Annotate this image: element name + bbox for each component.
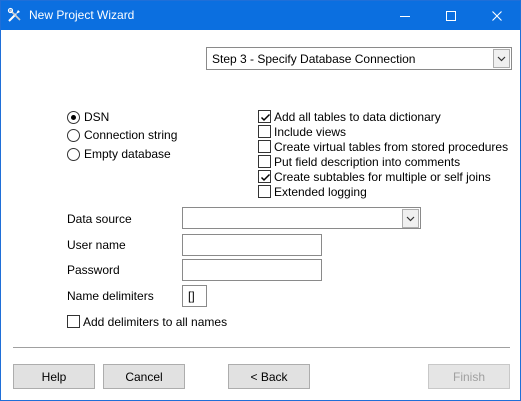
checkbox[interactable] (67, 315, 80, 328)
option-create-subtables[interactable]: Create subtables for multiple or self jo… (258, 169, 491, 184)
option-label: Add all tables to data dictionary (274, 109, 441, 124)
step-dropdown[interactable]: Step 3 - Specify Database Connection (206, 47, 512, 70)
option-label: Add delimiters to all names (83, 314, 228, 329)
data-source-label: Data source (67, 212, 132, 226)
option-extended-logging[interactable]: Extended logging (258, 184, 367, 199)
tools-icon (7, 7, 23, 23)
data-source-dropdown[interactable] (182, 207, 421, 229)
radio-label-empty-database: Empty database (84, 147, 171, 161)
radio-button[interactable] (67, 147, 80, 161)
option-create-virtual-tables[interactable]: Create virtual tables from stored proced… (258, 139, 508, 154)
option-put-field-description[interactable]: Put field description into comments (258, 154, 460, 169)
checkmark-icon (260, 113, 271, 122)
user-name-field[interactable] (182, 234, 322, 256)
close-button[interactable] (474, 1, 520, 30)
chevron-down-icon (406, 216, 415, 221)
radio-label-connection-string: Connection string (84, 128, 178, 142)
minimize-button[interactable] (382, 1, 428, 30)
password-label: Password (67, 263, 120, 277)
radio-empty-database[interactable]: Empty database (67, 146, 171, 162)
name-delimiters-value: [] (188, 289, 195, 303)
cancel-button[interactable]: Cancel (103, 364, 185, 389)
checkbox[interactable] (258, 125, 271, 138)
radio-button[interactable] (67, 128, 80, 142)
title-bar: New Project Wizard (1, 1, 520, 30)
option-label: Extended logging (274, 184, 367, 199)
wizard-window: New Project Wizard Step 3 - Specify Data… (0, 0, 521, 401)
back-button[interactable]: < Back (228, 364, 310, 389)
chevron-down-icon (497, 56, 506, 61)
help-button-label: Help (41, 369, 67, 384)
close-icon (492, 10, 502, 21)
checkbox[interactable] (258, 140, 271, 153)
checkbox[interactable] (258, 110, 271, 123)
option-include-views[interactable]: Include views (258, 124, 346, 139)
option-label: Include views (274, 124, 347, 139)
back-button-label: < Back (250, 369, 288, 384)
name-delimiters-field[interactable]: [] (182, 285, 207, 307)
radio-connection-string[interactable]: Connection string (67, 127, 177, 143)
data-source-dropdown-button[interactable] (402, 209, 419, 228)
cancel-button-label: Cancel (125, 369, 163, 384)
help-button[interactable]: Help (13, 364, 95, 389)
user-name-label: User name (67, 238, 126, 252)
checkbox[interactable] (258, 185, 271, 198)
separator (13, 347, 510, 348)
option-label: Create subtables for multiple or self jo… (274, 169, 491, 184)
radio-button[interactable] (67, 110, 80, 124)
finish-button-label: Finish (452, 369, 485, 384)
window-title: New Project Wizard (29, 8, 135, 22)
option-label: Create virtual tables from stored proced… (274, 139, 509, 154)
step-dropdown-value: Step 3 - Specify Database Connection (212, 52, 416, 66)
finish-button[interactable]: Finish (428, 364, 510, 389)
option-add-all-tables[interactable]: Add all tables to data dictionary (258, 109, 441, 124)
option-label: Put field description into comments (274, 154, 461, 169)
radio-dsn[interactable]: DSN (67, 109, 109, 125)
checkbox[interactable] (258, 155, 271, 168)
maximize-button[interactable] (428, 1, 474, 30)
checkmark-icon (260, 173, 271, 182)
radio-label-dsn: DSN (84, 110, 110, 124)
name-delimiters-label: Name delimiters (67, 289, 154, 303)
option-add-delimiters[interactable]: Add delimiters to all names (67, 314, 227, 329)
step-dropdown-button[interactable] (493, 49, 510, 68)
maximize-icon (446, 10, 456, 21)
checkbox[interactable] (258, 170, 271, 183)
minimize-icon (400, 15, 410, 17)
password-field[interactable] (182, 259, 322, 281)
